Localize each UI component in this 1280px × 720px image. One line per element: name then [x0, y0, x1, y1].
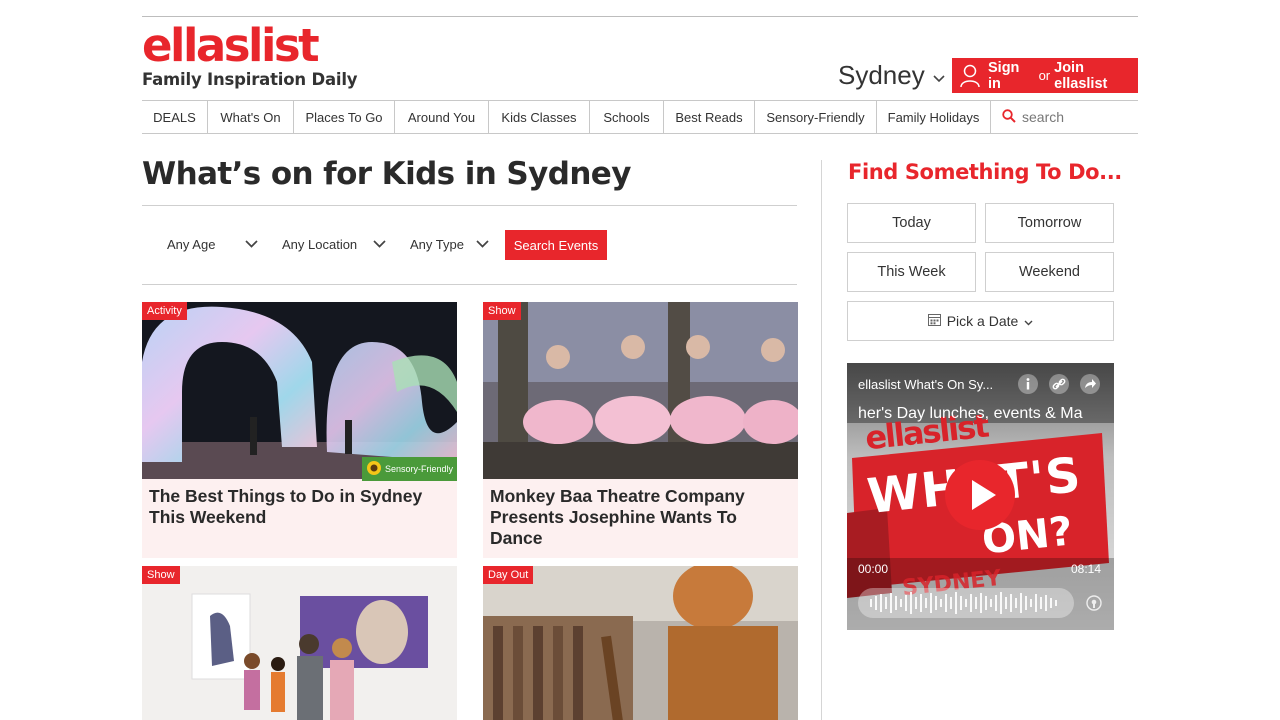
calendar-icon — [927, 313, 941, 329]
sensory-friendly-badge: Sensory-Friendly — [361, 457, 457, 481]
type-filter[interactable]: Any Type — [410, 232, 464, 256]
filter-divider — [142, 284, 797, 285]
nav-item-schools[interactable]: Schools — [590, 101, 664, 133]
today-button[interactable]: Today — [847, 203, 976, 243]
nav-search[interactable]: search — [991, 101, 1138, 133]
type-filter-label: Any Type — [410, 236, 464, 252]
card-tag: Day Out — [483, 566, 534, 584]
event-card-image — [142, 302, 457, 479]
event-card[interactable]: Activity Sensory-Friendly The Best Thing… — [142, 302, 457, 558]
nav-item-best-reads[interactable]: Best Reads — [664, 101, 755, 133]
age-filter-label: Any Age — [167, 236, 216, 252]
city-selector[interactable]: Sydney — [838, 60, 945, 91]
card-tag: Activity — [142, 302, 187, 320]
tomorrow-button[interactable]: Tomorrow — [985, 203, 1114, 243]
search-events-button[interactable]: Search Events — [505, 230, 607, 260]
event-card[interactable]: Day Out — [483, 566, 798, 720]
this-week-button[interactable]: This Week — [847, 252, 976, 292]
chevron-down-icon — [933, 70, 945, 86]
card-title: The Best Things to Do in Sydney This Wee… — [149, 486, 423, 527]
video-subtitle: her's Day lunches, events & Ma — [858, 405, 1083, 422]
event-card[interactable]: Show — [142, 566, 457, 720]
play-button[interactable] — [945, 460, 1015, 535]
search-input[interactable]: search — [1022, 109, 1064, 125]
event-card-image — [142, 566, 457, 720]
logo-tagline: Family Inspiration Daily — [142, 70, 358, 89]
card-title: Monkey Baa Theatre Company Presents Jose… — [490, 486, 745, 548]
video-player[interactable]: ellaslist WHAT'S ON? SYDNEY ellaslist Wh… — [847, 363, 1114, 630]
event-card-image — [483, 566, 798, 720]
nav-item-kids-classes[interactable]: Kids Classes — [489, 101, 590, 133]
page: ellaslist Family Inspiration Daily Sydne… — [142, 0, 1138, 720]
chevron-down-icon — [373, 238, 386, 250]
weekend-button[interactable]: Weekend — [985, 252, 1114, 292]
chevron-down-icon — [245, 238, 258, 250]
main-nav: DEALS What's On Places To Go Around You … — [142, 100, 1138, 134]
chevron-down-icon — [476, 238, 489, 250]
video-channel-title[interactable]: ellaslist What's On Sy... — [858, 377, 993, 392]
share-icon[interactable] — [1079, 373, 1101, 400]
signin-or: or — [1038, 68, 1051, 83]
page-title: What’s on for Kids in Sydney — [142, 156, 631, 192]
signin-button[interactable]: Sign in or Join ellaslist — [952, 58, 1138, 93]
video-time-end: 08:14 — [1071, 562, 1102, 576]
podcast-icon[interactable] — [1086, 595, 1102, 616]
nav-item-deals[interactable]: DEALS — [142, 101, 208, 133]
card-tag: Show — [483, 302, 521, 320]
sunflower-icon — [366, 460, 382, 478]
audio-waveform-scrubber[interactable] — [858, 588, 1074, 618]
nav-item-around-you[interactable]: Around You — [395, 101, 489, 133]
title-divider — [142, 205, 797, 206]
sidebar-title: Find Something To Do... — [848, 160, 1122, 184]
link-icon[interactable] — [1048, 373, 1070, 400]
sidebar-divider — [821, 160, 822, 720]
nav-item-places-to-go[interactable]: Places To Go — [294, 101, 395, 133]
sensory-friendly-label: Sensory-Friendly — [384, 464, 453, 474]
city-label: Sydney — [838, 60, 925, 90]
nav-item-sensory-friendly[interactable]: Sensory-Friendly — [755, 101, 877, 133]
card-tag: Show — [142, 566, 180, 584]
signin-label: Sign in — [988, 59, 1020, 92]
search-icon — [1002, 108, 1016, 126]
event-card[interactable]: Show Monkey Baa Theatre Company Presents… — [483, 302, 798, 558]
event-card-image — [483, 302, 798, 479]
join-label: Join ellaslist — [1054, 59, 1108, 92]
logo-wordmark: ellaslist — [142, 19, 320, 72]
age-filter[interactable]: Any Age — [167, 232, 215, 256]
top-divider — [142, 16, 1138, 17]
pick-date-label: Pick a Date — [946, 313, 1019, 329]
video-time-start: 00:00 — [858, 562, 889, 576]
nav-item-family-holidays[interactable]: Family Holidays — [877, 101, 991, 133]
user-icon — [960, 64, 980, 88]
location-filter[interactable]: Any Location — [282, 232, 357, 256]
chevron-down-icon — [1024, 313, 1033, 329]
site-logo[interactable]: ellaslist Family Inspiration Daily — [142, 19, 358, 90]
pick-date-button[interactable]: Pick a Date — [847, 301, 1114, 341]
location-filter-label: Any Location — [282, 236, 358, 252]
nav-item-whats-on[interactable]: What's On — [208, 101, 294, 133]
info-icon[interactable] — [1017, 373, 1039, 400]
